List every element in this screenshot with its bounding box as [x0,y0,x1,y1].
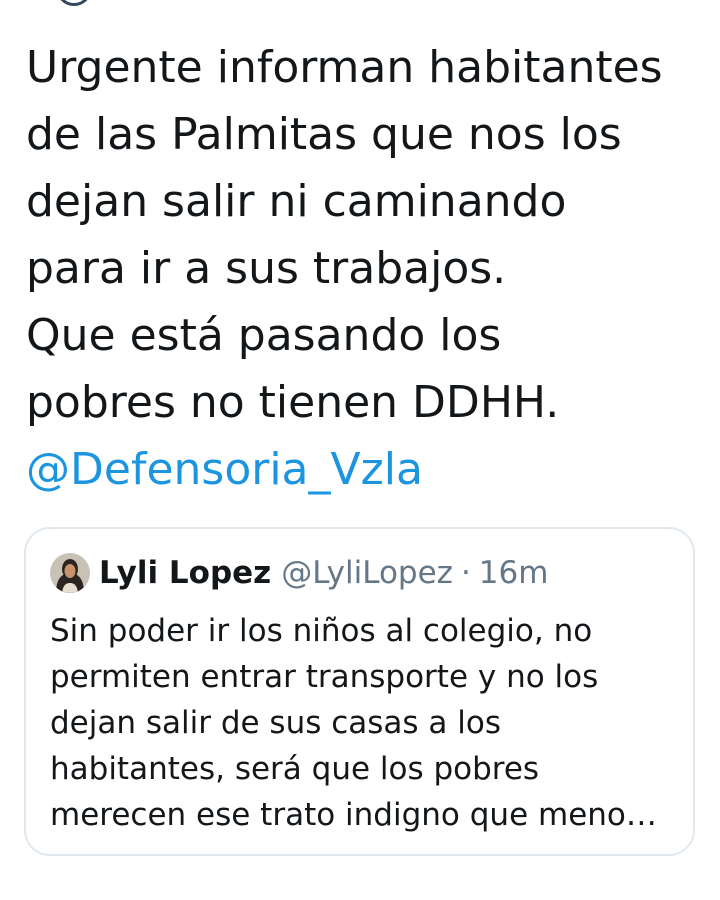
quoted-tweet-header: Lyli Lopez @LyliLopez · 16m [50,551,548,595]
quoted-author-avatar[interactable] [50,553,90,593]
quoted-tweet-card[interactable]: Lyli Lopez @LyliLopez · 16m Sin poder ir… [24,527,695,856]
mention-link[interactable]: @Defensoria_Vzla [26,436,716,503]
quoted-author-name[interactable]: Lyli Lopez [99,555,271,591]
quoted-author-handle[interactable]: @LyliLopez [281,555,453,591]
quoted-tweet-time: 16m [478,555,549,591]
tweet-text: Urgente informan habitantes de las Palmi… [26,34,716,503]
tweet-body: Urgente informan habitantes de las Palmi… [26,42,663,428]
avatar-photo-icon [50,553,90,593]
quoted-tweet-text: Sin poder ir los niños al colegio, no pe… [50,613,657,833]
separator-dot: · [460,555,471,591]
author-avatar[interactable] [56,0,92,6]
